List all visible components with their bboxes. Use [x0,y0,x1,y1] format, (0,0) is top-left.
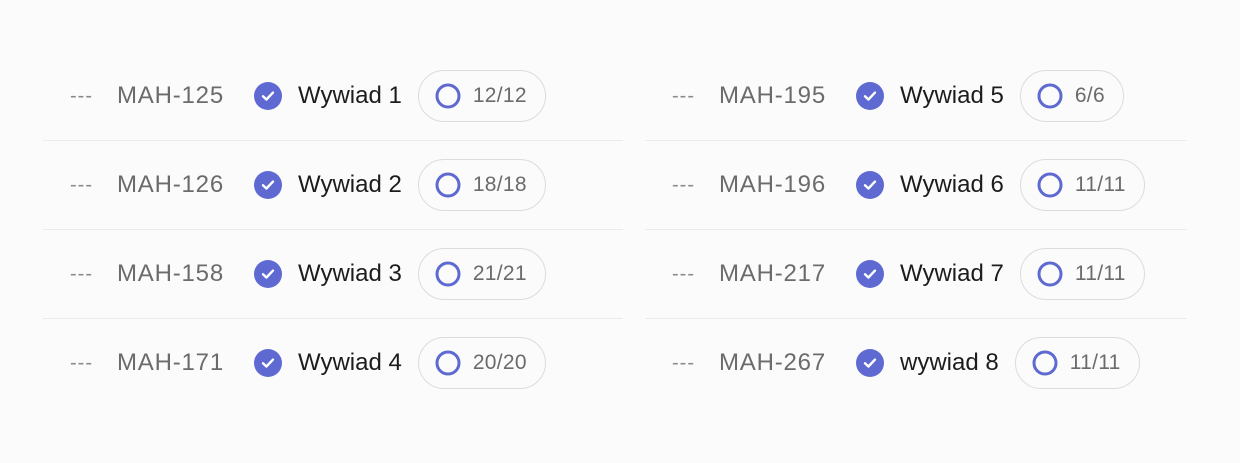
issue-title[interactable]: Wywiad 2 [298,171,402,199]
check-circle-icon [856,349,884,377]
issue-title[interactable]: Wywiad 4 [298,349,402,377]
issue-id: MAH-196 [719,171,826,198]
sub-issues-progress-pill[interactable]: 11/11 [1014,337,1140,389]
sub-issues-progress-pill[interactable]: 12/12 [417,70,546,122]
check-circle-icon [856,82,884,110]
check-circle-icon [856,260,884,288]
row-prefix: --- [70,352,93,374]
check-circle-icon [254,82,282,110]
sub-issues-progress-pill[interactable]: 21/21 [417,248,546,300]
issue-id: MAH-126 [117,171,224,198]
sub-issues-progress-pill[interactable]: 18/18 [417,159,546,211]
progress-ring-icon [435,83,461,109]
issue-id: MAH-267 [719,349,826,376]
progress-ring-icon [1037,172,1063,198]
sub-issues-progress-pill[interactable]: 11/11 [1019,159,1145,211]
row-prefix: --- [70,263,93,285]
progress-ring-icon [1037,83,1063,109]
issue-id: MAH-217 [719,260,826,287]
row-prefix: --- [672,85,695,107]
progress-ring-icon [435,172,461,198]
issue-id: MAH-158 [117,260,224,287]
check-circle-icon [254,171,282,199]
row-prefix: --- [70,85,93,107]
issue-title[interactable]: wywiad 8 [900,349,999,377]
progress-ring-icon [435,261,461,287]
sub-issues-count: 11/11 [1069,351,1121,374]
issue-list-left: --- MAH-125 Wywiad 1 12/12 --- MAH-126 W… [43,52,623,407]
issue-title[interactable]: Wywiad 1 [298,82,402,110]
row-prefix: --- [672,352,695,374]
issue-title[interactable]: Wywiad 7 [900,260,1004,288]
check-circle-icon [856,171,884,199]
sub-issues-count: 11/11 [1074,262,1126,285]
issue-row[interactable]: --- MAH-171 Wywiad 4 20/20 [43,318,623,407]
sub-issues-count: 12/12 [472,84,527,107]
sub-issues-count: 18/18 [472,173,527,196]
progress-ring-icon [435,350,461,376]
row-prefix: --- [672,263,695,285]
sub-issues-count: 21/21 [472,262,527,285]
check-circle-icon [254,260,282,288]
issue-row[interactable]: --- MAH-158 Wywiad 3 21/21 [43,229,623,318]
issue-row[interactable]: --- MAH-125 Wywiad 1 12/12 [43,52,623,140]
progress-ring-icon [1032,350,1058,376]
check-circle-icon [254,349,282,377]
issue-list-right: --- MAH-195 Wywiad 5 6/6 --- MAH-196 Wyw… [645,52,1187,407]
progress-ring-icon [1037,261,1063,287]
row-prefix: --- [672,174,695,196]
issue-title[interactable]: Wywiad 5 [900,82,1004,110]
sub-issues-progress-pill[interactable]: 20/20 [417,337,546,389]
issue-row[interactable]: --- MAH-217 Wywiad 7 11/11 [645,229,1187,318]
row-prefix: --- [70,174,93,196]
issue-id: MAH-195 [719,82,826,109]
sub-issues-progress-pill[interactable]: 11/11 [1019,248,1145,300]
issue-id: MAH-125 [117,82,224,109]
sub-issues-count: 11/11 [1074,173,1126,196]
sub-issues-count: 20/20 [472,351,527,374]
issue-row[interactable]: --- MAH-196 Wywiad 6 11/11 [645,140,1187,229]
issue-row[interactable]: --- MAH-195 Wywiad 5 6/6 [645,52,1187,140]
issue-row[interactable]: --- MAH-267 wywiad 8 11/11 [645,318,1187,407]
issue-title[interactable]: Wywiad 6 [900,171,1004,199]
sub-issues-progress-pill[interactable]: 6/6 [1019,70,1124,122]
issue-title[interactable]: Wywiad 3 [298,260,402,288]
issue-id: MAH-171 [117,349,224,376]
issue-row[interactable]: --- MAH-126 Wywiad 2 18/18 [43,140,623,229]
sub-issues-count: 6/6 [1074,84,1105,107]
